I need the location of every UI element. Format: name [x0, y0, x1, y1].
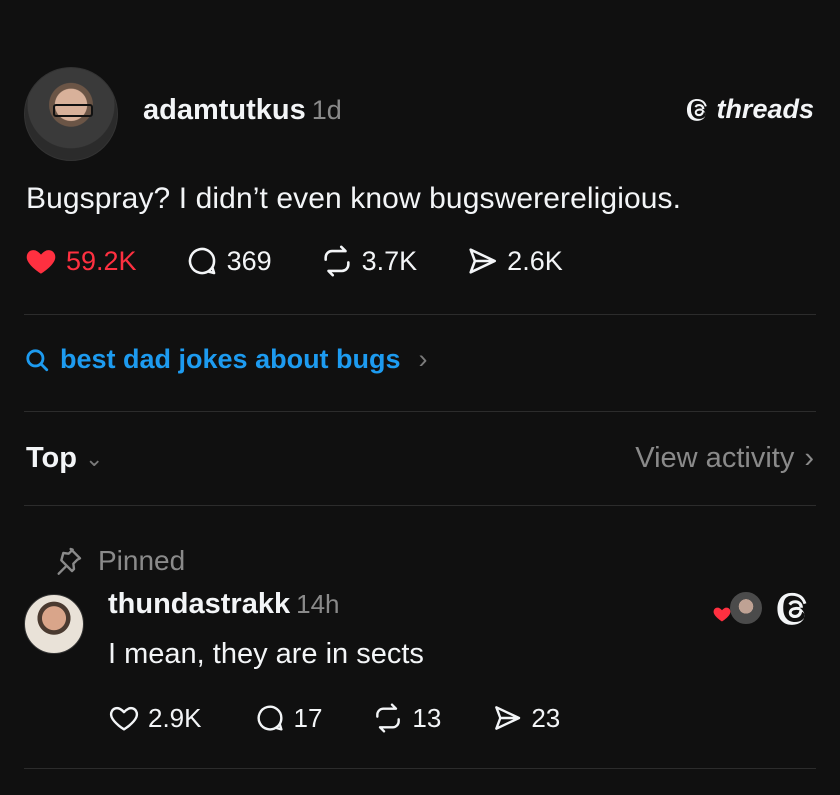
sort-label: Top: [26, 442, 77, 474]
chevron-down-icon: ⌄: [85, 445, 104, 471]
post-actions: 59.2K 369 3.7K 2.6K: [24, 244, 563, 278]
comment-share-button[interactable]: 23: [491, 702, 560, 734]
comment-reply-button[interactable]: 17: [254, 702, 323, 734]
comment-text: I mean, they are in sects: [108, 638, 424, 670]
like-button[interactable]: 59.2K: [24, 244, 137, 278]
author-avatar[interactable]: [24, 67, 118, 161]
post-text: Bugspray? I didn’t even know bugswererel…: [26, 182, 682, 215]
repost-button[interactable]: 3.7K: [320, 244, 418, 278]
repost-icon: [376, 703, 401, 733]
share-count: 2.6K: [507, 245, 563, 276]
author-mini-avatar: [728, 590, 764, 626]
reply-count: 369: [226, 245, 272, 276]
author-liked-indicator: [712, 590, 764, 626]
share-button[interactable]: 2.6K: [465, 244, 563, 278]
comment-time: 14h: [296, 589, 340, 619]
threads-brand[interactable]: threads: [686, 94, 814, 125]
comment-author-name[interactable]: thundastrakk: [108, 588, 290, 620]
chevron-right-icon: ›: [804, 442, 814, 474]
repost-icon: [324, 245, 350, 277]
divider: [24, 505, 816, 506]
view-activity-link[interactable]: View activity ›: [635, 442, 814, 475]
comment-actions: 2.9K 17 13 23: [108, 702, 560, 734]
heart-icon: [713, 607, 731, 622]
divider: [24, 411, 816, 412]
view-activity-label: View activity: [635, 442, 795, 474]
avatar-glasses: [53, 104, 93, 117]
comment-icon: [188, 247, 215, 275]
divider: [24, 314, 816, 315]
post-time: 1d: [311, 95, 342, 125]
pin-icon: [57, 547, 82, 575]
search-suggestion-link[interactable]: best dad jokes about bugs ›: [24, 344, 428, 375]
post-author-name[interactable]: adamtutkus: [143, 94, 306, 126]
comment-author-row[interactable]: thundastrakk 14h: [108, 588, 340, 621]
pinned-label: Pinned: [98, 545, 186, 576]
threads-logo-icon[interactable]: [776, 590, 814, 628]
comment-repost-count: 13: [412, 702, 442, 733]
reply-button[interactable]: 369: [185, 244, 272, 278]
comment-like-count: 2.9K: [148, 702, 202, 733]
search-suggestion-text: best dad jokes about bugs: [60, 344, 401, 374]
comment-reply-count: 17: [293, 702, 323, 733]
comment-repost-button[interactable]: 13: [372, 702, 441, 734]
share-icon: [495, 706, 521, 730]
chevron-right-icon: ›: [418, 344, 428, 374]
sort-dropdown[interactable]: Top ⌄: [26, 442, 103, 475]
comment-avatar[interactable]: [24, 594, 84, 654]
comment-share-count: 23: [531, 702, 561, 733]
like-count: 59.2K: [66, 245, 137, 276]
threads-logo-icon: [687, 98, 708, 121]
repost-count: 3.7K: [361, 245, 418, 276]
pinned-indicator: Pinned: [52, 545, 185, 577]
heart-icon: [26, 250, 56, 274]
comment-icon: [256, 705, 283, 731]
heart-icon: [109, 706, 139, 731]
comment-like-button[interactable]: 2.9K: [108, 702, 202, 734]
share-icon: [469, 248, 497, 274]
post-author-row[interactable]: adamtutkus 1d: [143, 94, 342, 127]
brand-name: threads: [716, 94, 814, 124]
divider: [24, 768, 816, 769]
search-icon: [26, 348, 49, 371]
